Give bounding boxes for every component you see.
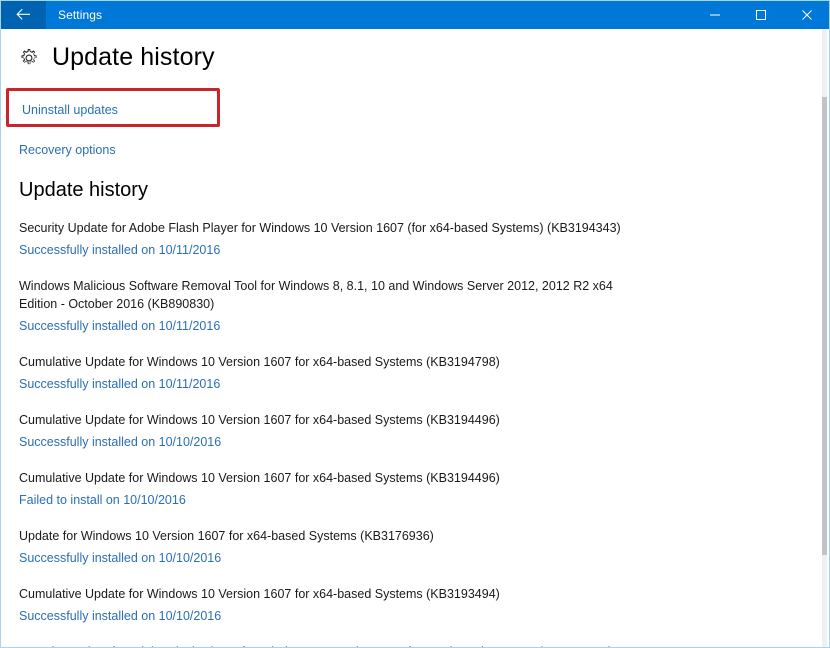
page-body: Update history Uninstall updates Recover…	[0, 29, 830, 648]
update-name: Cumulative Update for Windows 10 Version…	[19, 469, 639, 487]
update-status-link[interactable]: Failed to install on 10/10/2016	[19, 491, 186, 509]
settings-content: Update history Uninstall updates Recover…	[0, 29, 806, 648]
settings-window: Settings	[0, 0, 830, 648]
update-status-link[interactable]: Successfully installed on 10/11/2016	[19, 317, 220, 335]
minimize-button[interactable]	[692, 0, 738, 29]
section-title: Update history	[19, 179, 806, 201]
list-item: Update for Windows 10 Version 1607 for x…	[19, 527, 786, 567]
update-status-link[interactable]: Successfully installed on 10/11/2016	[19, 375, 220, 393]
uninstall-updates-highlight-row: Uninstall updates	[19, 88, 806, 127]
update-status-link[interactable]: Successfully installed on 10/10/2016	[19, 607, 221, 625]
action-links: Uninstall updates Recovery options	[19, 88, 806, 159]
title-bar: Settings	[0, 0, 830, 29]
list-item: Security Update for Adobe Flash Player f…	[19, 643, 786, 648]
scrollbar-thumb[interactable]	[822, 97, 827, 555]
list-item: Cumulative Update for Windows 10 Version…	[19, 585, 786, 625]
update-status-link[interactable]: Successfully installed on 10/11/2016	[19, 241, 220, 259]
page-header: Update history	[18, 45, 806, 70]
update-name: Cumulative Update for Windows 10 Version…	[19, 585, 639, 603]
update-history-list: Security Update for Adobe Flash Player f…	[19, 219, 786, 648]
list-item: Cumulative Update for Windows 10 Version…	[19, 353, 786, 393]
list-item: Windows Malicious Software Removal Tool …	[19, 277, 786, 335]
update-status-link[interactable]: Successfully installed on 10/10/2016	[19, 433, 221, 451]
list-item: Security Update for Adobe Flash Player f…	[19, 219, 786, 259]
update-status-link[interactable]: Successfully installed on 10/10/2016	[19, 549, 221, 567]
window-title: Settings	[46, 0, 102, 29]
highlight-box: Uninstall updates	[6, 88, 220, 127]
page-title: Update history	[52, 45, 215, 70]
minimize-icon	[709, 9, 721, 21]
vertical-scrollbar[interactable]	[818, 29, 830, 648]
update-name: Update for Windows 10 Version 1607 for x…	[19, 527, 639, 545]
update-name: Cumulative Update for Windows 10 Version…	[19, 353, 639, 371]
window-controls	[692, 0, 830, 29]
list-item: Cumulative Update for Windows 10 Version…	[19, 469, 786, 509]
close-icon	[801, 9, 813, 21]
update-name: Cumulative Update for Windows 10 Version…	[19, 411, 639, 429]
uninstall-updates-link[interactable]: Uninstall updates	[22, 102, 118, 118]
update-name: Security Update for Adobe Flash Player f…	[19, 219, 639, 237]
back-button[interactable]	[0, 0, 46, 29]
update-name: Security Update for Adobe Flash Player f…	[19, 643, 639, 648]
titlebar-drag-region[interactable]	[102, 0, 692, 29]
maximize-icon	[755, 9, 767, 21]
gear-icon	[18, 47, 40, 69]
recovery-options-row: Recovery options	[19, 141, 806, 159]
back-arrow-icon	[16, 8, 31, 21]
recovery-options-link[interactable]: Recovery options	[19, 142, 116, 158]
update-name: Windows Malicious Software Removal Tool …	[19, 277, 639, 313]
list-item: Cumulative Update for Windows 10 Version…	[19, 411, 786, 451]
close-button[interactable]	[784, 0, 830, 29]
maximize-button[interactable]	[738, 0, 784, 29]
